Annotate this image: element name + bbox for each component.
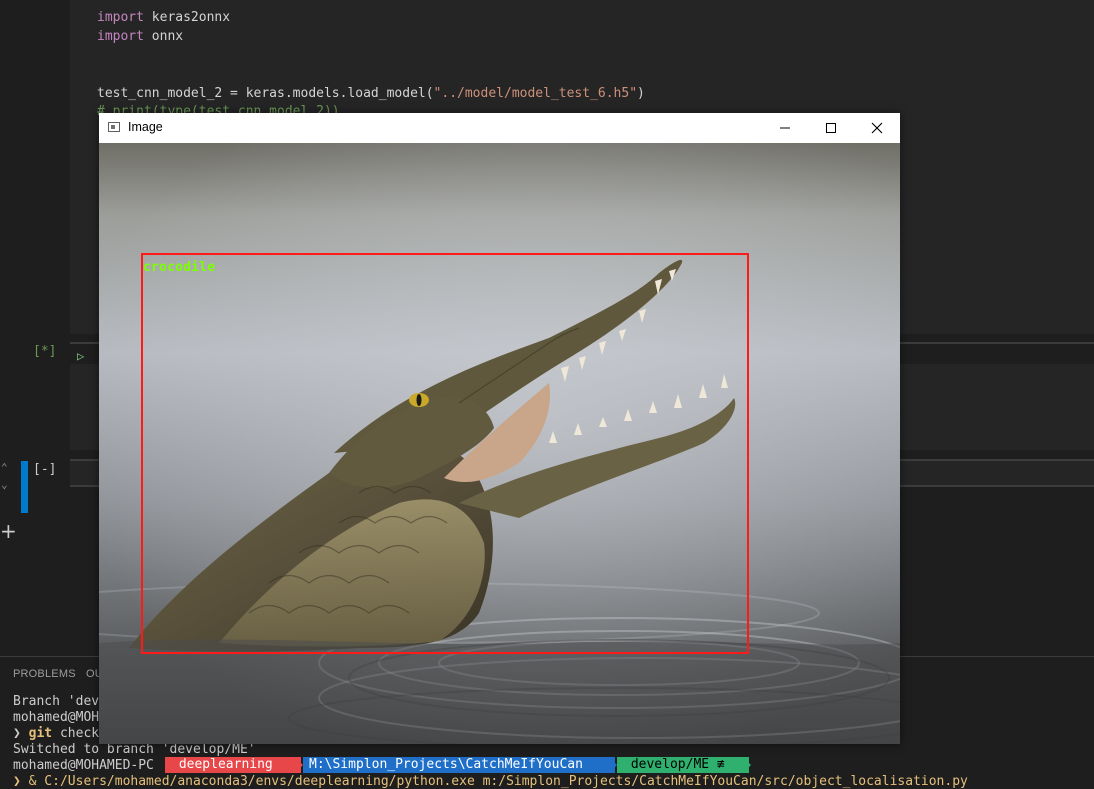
- play-icon[interactable]: ▷: [77, 349, 91, 363]
- tab-problems[interactable]: PROBLEMS: [13, 668, 76, 680]
- window-titlebar[interactable]: Image: [99, 113, 900, 143]
- close-button[interactable]: [854, 113, 900, 143]
- prompt-segment-env: deeplearning: [165, 757, 301, 773]
- close-icon: [871, 122, 883, 134]
- maximize-button[interactable]: [808, 113, 854, 143]
- editor-gutter: [0, 0, 70, 656]
- terminal-line: Switched to branch 'develop/ME': [13, 742, 256, 757]
- terminal-prompt-user: mohamed@MOHAMED-PC: [13, 758, 162, 773]
- cell-focus-indicator: [21, 461, 28, 513]
- cell-status-idle: [-]: [33, 462, 57, 477]
- window-title: Image: [128, 120, 163, 134]
- segment-separator: [295, 757, 303, 773]
- image-window[interactable]: Image crocodile: [99, 113, 900, 744]
- maximize-icon: [826, 123, 836, 133]
- code-line-1: import keras2onnx: [97, 10, 231, 25]
- terminal-command: ❯ & C:/Users/mohamed/anaconda3/envs/deep…: [13, 774, 968, 789]
- terminal-line: mohamed@MOH: [13, 710, 100, 725]
- detection-label: crocodile: [143, 260, 216, 275]
- detection-image: crocodile: [99, 143, 900, 744]
- image-window-icon: [108, 122, 120, 132]
- chevron-down-icon[interactable]: ⌄: [1, 479, 8, 491]
- minimize-button[interactable]: [762, 113, 808, 143]
- segment-separator: [609, 757, 617, 773]
- code-line-3: test_cnn_model_2 = keras.models.load_mod…: [97, 86, 645, 101]
- cell-status-running: [*]: [33, 344, 57, 359]
- chevron-up-icon[interactable]: ⌃: [1, 462, 8, 474]
- terminal-line: ❯ git check: [13, 726, 100, 741]
- segment-separator: [743, 757, 751, 773]
- prompt-segment-path: M:\Simplon_Projects\CatchMeIfYouCan: [303, 757, 615, 773]
- plus-icon[interactable]: +: [0, 519, 17, 543]
- terminal-line: Branch 'dev: [13, 694, 100, 709]
- code-line-2: import onnx: [97, 29, 184, 44]
- minimize-icon: [780, 127, 790, 129]
- prompt-segment-branch: develop/ME ≢: [617, 757, 749, 773]
- detection-bounding-box: [141, 253, 749, 654]
